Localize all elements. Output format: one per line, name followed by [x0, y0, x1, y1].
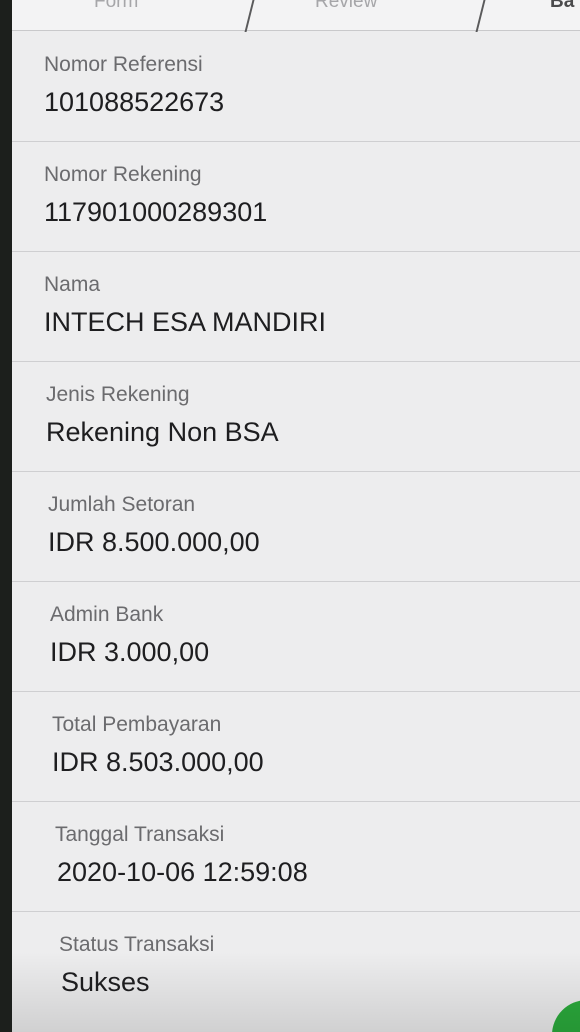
detail-row-deposit-amount: Jumlah Setoran IDR 8.500.000,00 — [12, 471, 580, 582]
detail-row-reference-number: Nomor Referensi 101088522673 — [12, 31, 580, 142]
step-review[interactable]: Review — [315, 0, 377, 13]
stepper-bar: Form Review Ba — [12, 0, 580, 32]
admin-fee-label: Admin Bank — [50, 603, 164, 626]
transaction-status-value: Sukses — [61, 967, 150, 997]
account-number-label: Nomor Rekening — [44, 163, 202, 186]
detail-row-total-payment: Total Pembayaran IDR 8.503.000,00 — [12, 691, 580, 802]
account-type-value: Rekening Non BSA — [46, 417, 279, 447]
detail-row-account-number: Nomor Rekening 117901000289301 — [12, 141, 580, 252]
step-divider — [475, 0, 487, 32]
total-payment-label: Total Pembayaran — [52, 713, 222, 736]
reference-number-label: Nomor Referensi — [44, 53, 203, 76]
name-label: Nama — [44, 273, 101, 296]
transaction-status-label: Status Transaksi — [59, 933, 215, 956]
account-number-value: 117901000289301 — [44, 197, 268, 227]
transaction-date-value: 2020-10-06 12:59:08 — [57, 857, 308, 887]
step-bukti[interactable]: Ba — [550, 0, 574, 13]
step-form[interactable]: Form — [94, 0, 138, 13]
account-type-label: Jenis Rekening — [46, 383, 190, 406]
total-payment-value: IDR 8.503.000,00 — [52, 747, 264, 777]
detail-row-name: Nama INTECH ESA MANDIRI — [12, 251, 580, 362]
detail-row-account-type: Jenis Rekening Rekening Non BSA — [12, 361, 580, 472]
transaction-detail-screen: Form Review Ba Nomor Referensi 101088522… — [12, 0, 580, 1032]
detail-row-transaction-date: Tanggal Transaksi 2020-10-06 12:59:08 — [12, 801, 580, 912]
admin-fee-value: IDR 3.000,00 — [50, 637, 210, 667]
step-divider — [244, 0, 256, 32]
deposit-amount-label: Jumlah Setoran — [48, 493, 196, 516]
deposit-amount-value: IDR 8.500.000,00 — [48, 527, 260, 557]
transaction-date-label: Tanggal Transaksi — [55, 823, 225, 846]
detail-row-admin-fee: Admin Bank IDR 3.000,00 — [12, 581, 580, 692]
reference-number-value: 101088522673 — [44, 87, 225, 117]
detail-row-transaction-status: Status Transaksi Sukses — [12, 911, 580, 1021]
name-value: INTECH ESA MANDIRI — [44, 307, 327, 337]
